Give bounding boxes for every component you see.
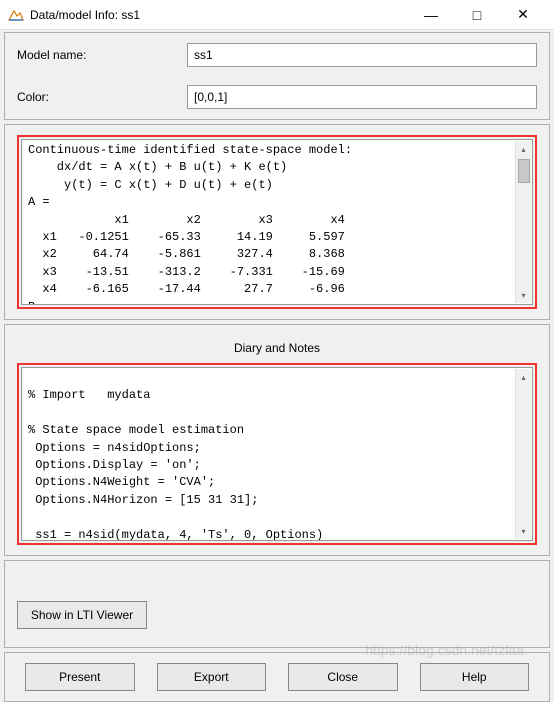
window-title: Data/model Info: ss1 <box>30 8 408 22</box>
model-info-text[interactable]: Continuous-time identified state-space m… <box>22 140 532 304</box>
bottom-button-panel: Present Export Close Help <box>4 652 550 702</box>
scroll-up-icon[interactable]: ▴ <box>516 369 531 385</box>
color-label: Color: <box>17 90 187 104</box>
model-properties-panel: Model name: Color: <box>4 32 550 120</box>
scroll-up-icon[interactable]: ▴ <box>516 141 531 157</box>
diary-text[interactable]: % Import mydata % State space model esti… <box>22 368 532 540</box>
scroll-thumb[interactable] <box>518 159 530 183</box>
scrollbar[interactable]: ▴ ▾ <box>515 141 531 303</box>
model-info-panel: Continuous-time identified state-space m… <box>4 124 550 320</box>
scrollbar[interactable]: ▴ ▾ <box>515 369 531 539</box>
scroll-down-icon[interactable]: ▾ <box>516 523 531 539</box>
present-button[interactable]: Present <box>25 663 135 691</box>
help-button[interactable]: Help <box>420 663 530 691</box>
scroll-down-icon[interactable]: ▾ <box>516 287 531 303</box>
highlight-box-model: Continuous-time identified state-space m… <box>17 135 537 309</box>
close-window-button[interactable]: ✕ <box>500 0 546 30</box>
highlight-box-diary: % Import mydata % State space model esti… <box>17 363 537 545</box>
maximize-button[interactable]: □ <box>454 0 500 30</box>
diary-heading: Diary and Notes <box>17 335 537 363</box>
lti-panel: Show in LTI Viewer <box>4 560 550 648</box>
titlebar: Data/model Info: ss1 — □ ✕ <box>0 0 554 30</box>
app-icon <box>8 7 24 23</box>
close-button[interactable]: Close <box>288 663 398 691</box>
model-name-label: Model name: <box>17 48 187 62</box>
model-name-input[interactable] <box>187 43 537 67</box>
export-button[interactable]: Export <box>157 663 267 691</box>
window-controls: — □ ✕ <box>408 0 546 30</box>
color-input[interactable] <box>187 85 537 109</box>
diary-panel: Diary and Notes % Import mydata % State … <box>4 324 550 556</box>
show-lti-viewer-button[interactable]: Show in LTI Viewer <box>17 601 147 629</box>
minimize-button[interactable]: — <box>408 0 454 30</box>
